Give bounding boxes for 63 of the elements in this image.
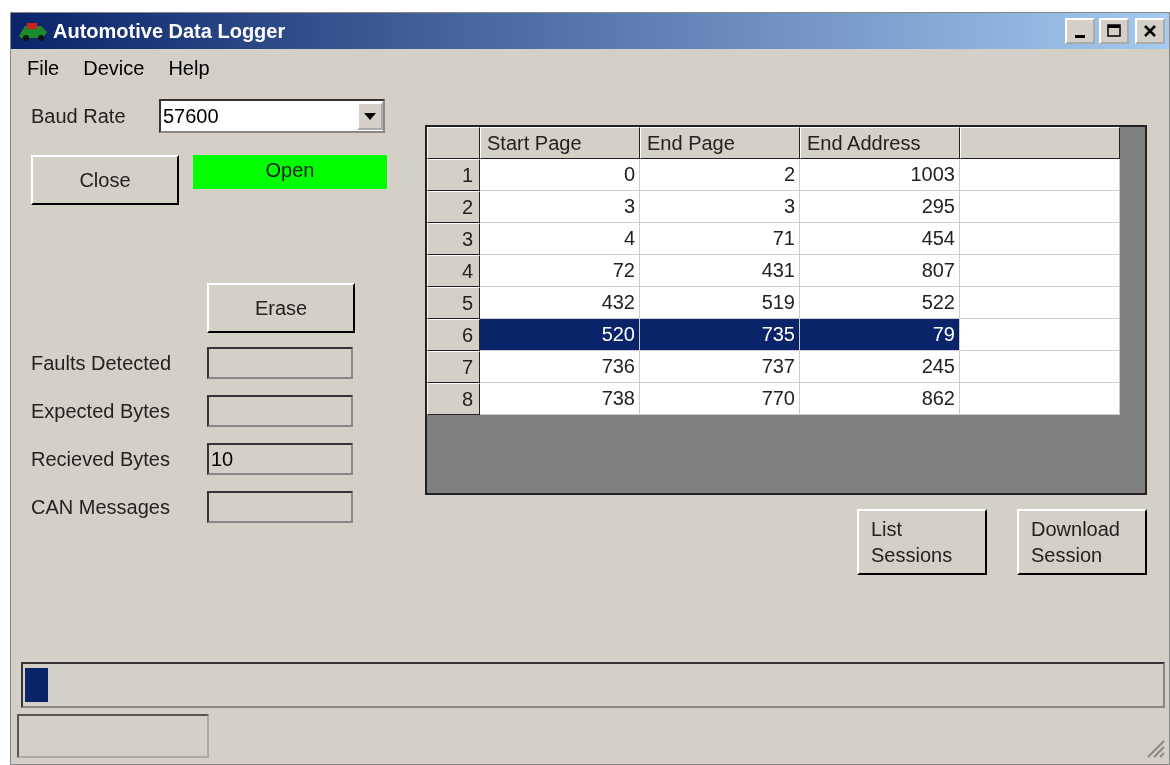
table-cell: 735 [640, 319, 800, 351]
field-label: Expected Bytes [31, 399, 171, 423]
column-header: End Page [640, 127, 800, 159]
table-cell: 862 [800, 383, 960, 415]
maximize-button[interactable] [1099, 18, 1129, 44]
row-header[interactable]: 4 [427, 255, 480, 287]
table-cell: 295 [800, 191, 960, 223]
table-cell: 3 [640, 191, 800, 223]
close-port-button[interactable]: Close [31, 155, 179, 205]
menu-item[interactable]: Help [168, 57, 210, 81]
table-cell: 737 [640, 351, 800, 383]
erase-button[interactable]: Erase [207, 283, 355, 333]
table-cell: 3 [480, 191, 640, 223]
corner-header [427, 127, 480, 159]
table-cell: 519 [640, 287, 800, 319]
table-cell: 71 [640, 223, 800, 255]
row-header[interactable]: 6 [427, 319, 480, 351]
field-label: Faults Detected [31, 351, 173, 375]
table-cell: 2 [640, 159, 800, 191]
minimize-icon [1075, 34, 1085, 38]
readout-field[interactable]: 10 [207, 443, 353, 475]
row-header[interactable]: 8 [427, 383, 480, 415]
row-header[interactable]: 7 [427, 351, 480, 383]
table-cell: 431 [640, 255, 800, 287]
table-cell: 72 [480, 255, 640, 287]
readout-field[interactable] [207, 347, 353, 379]
table-cell: 245 [800, 351, 960, 383]
table-cell: 807 [800, 255, 960, 287]
table-cell: 79 [800, 319, 960, 351]
row-header[interactable]: 1 [427, 159, 480, 191]
table-cell: 736 [480, 351, 640, 383]
table-cell: 522 [800, 287, 960, 319]
column-header: End Address [800, 127, 960, 159]
row-header[interactable]: 2 [427, 191, 480, 223]
close-button[interactable] [1135, 18, 1165, 44]
minimize-button[interactable] [1065, 18, 1095, 44]
field-label: Baud Rate [31, 104, 127, 128]
menu-item[interactable]: Device [83, 57, 145, 81]
session-button[interactable]: Download Session [1017, 509, 1147, 575]
caret-icon [364, 112, 376, 120]
row-header[interactable]: 3 [427, 223, 480, 255]
table-cell: 432 [480, 287, 640, 319]
session-button[interactable]: List Sessions [857, 509, 987, 575]
field-label: Recieved Bytes [31, 447, 171, 471]
baud-rate-dropdown[interactable]: 57600 [159, 99, 385, 133]
close-icon [1143, 25, 1157, 37]
field-label: CAN Messages [31, 495, 171, 519]
table-cell: 1003 [800, 159, 960, 191]
table-cell: 520 [480, 319, 640, 351]
table-cell: 4 [480, 223, 640, 255]
car-icon [17, 20, 49, 42]
maximize-icon [1106, 24, 1122, 38]
table-cell: 0 [480, 159, 640, 191]
table-cell: 738 [480, 383, 640, 415]
row-header[interactable]: 5 [427, 287, 480, 319]
readout-field[interactable] [207, 491, 353, 523]
menu-item[interactable]: File [27, 57, 60, 81]
table-cell: 454 [800, 223, 960, 255]
table-cell: 770 [640, 383, 800, 415]
readout-field[interactable] [207, 395, 353, 427]
window-title: Automotive Data Logger [53, 19, 287, 43]
connection-status: Open [193, 155, 387, 189]
column-header: Start Page [480, 127, 640, 159]
